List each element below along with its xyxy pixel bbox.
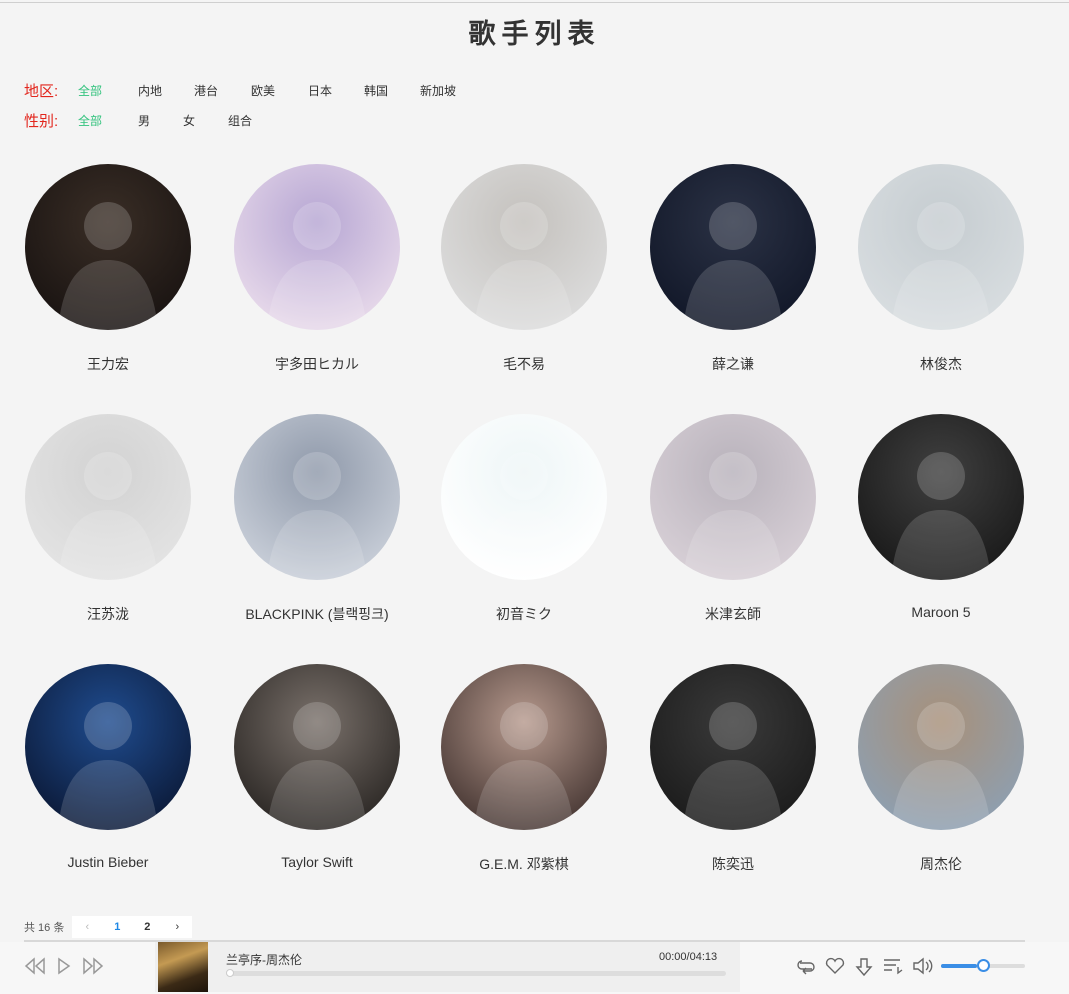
region-filter-label: 地区: — [24, 82, 59, 100]
avatar-silhouette — [683, 702, 783, 830]
singer-card[interactable]: 周杰伦 — [836, 664, 1046, 874]
singer-name[interactable]: BLACKPINK (블랙핑크) — [212, 604, 422, 624]
singer-card[interactable]: 初音ミク — [419, 414, 629, 624]
singer-avatar[interactable] — [858, 414, 1024, 580]
singer-name[interactable]: Taylor Swift — [212, 854, 422, 870]
singer-card[interactable]: 汪苏泷 — [3, 414, 213, 624]
pagination-prev-button[interactable]: ‹ — [72, 916, 103, 938]
avatar-silhouette — [267, 202, 367, 330]
region-option-all[interactable]: 全部 — [78, 82, 138, 99]
singer-name[interactable]: 初音ミク — [419, 604, 629, 624]
favorite-heart-icon[interactable] — [824, 957, 846, 980]
region-option-singapore[interactable]: 新加坡 — [420, 82, 480, 99]
singer-name[interactable]: G.E.M. 邓紫棋 — [419, 854, 629, 874]
pagination-page-2[interactable]: 2 — [132, 916, 163, 938]
singer-avatar[interactable] — [441, 164, 607, 330]
avatar-silhouette — [683, 202, 783, 330]
singer-card[interactable]: Maroon 5 — [836, 414, 1046, 620]
region-filter: 地区: 全部 内地 港台 欧美 日本 韩国 新加坡 — [24, 80, 480, 100]
loop-icon[interactable] — [795, 957, 817, 980]
top-divider — [0, 2, 1069, 3]
region-option-western[interactable]: 欧美 — [251, 82, 308, 99]
singer-name[interactable]: 汪苏泷 — [3, 604, 213, 624]
singer-card[interactable]: Taylor Swift — [212, 664, 422, 870]
singer-name[interactable]: 米津玄師 — [628, 604, 838, 624]
avatar-silhouette — [683, 452, 783, 580]
avatar-silhouette — [891, 702, 991, 830]
avatar-silhouette — [474, 702, 574, 830]
singer-card[interactable]: 毛不易 — [419, 164, 629, 374]
play-icon[interactable] — [56, 957, 72, 980]
page-title: 歌手列表 — [468, 19, 601, 49]
song-time: 00:00/04:13 — [659, 951, 718, 963]
avatar-silhouette — [58, 702, 158, 830]
singer-card[interactable]: 王力宏 — [3, 164, 213, 374]
pagination-next-button[interactable]: › — [162, 916, 193, 938]
singer-avatar[interactable] — [858, 164, 1024, 330]
avatar-silhouette — [474, 202, 574, 330]
singer-name[interactable]: 王力宏 — [3, 354, 213, 374]
song-title: 兰亭序-周杰伦 — [226, 953, 302, 967]
avatar-silhouette — [58, 452, 158, 580]
avatar-silhouette — [58, 202, 158, 330]
singer-card[interactable]: 宇多田ヒカル — [212, 164, 422, 374]
gender-option-female[interactable]: 女 — [183, 112, 228, 129]
album-cover[interactable] — [158, 942, 208, 992]
singer-avatar[interactable] — [441, 664, 607, 830]
gender-option-male[interactable]: 男 — [138, 112, 183, 129]
gender-filter: 性别: 全部 男 女 组合 — [24, 110, 278, 130]
singer-card[interactable]: 林俊杰 — [836, 164, 1046, 374]
singer-name[interactable]: Justin Bieber — [3, 854, 213, 870]
gender-option-group[interactable]: 组合 — [228, 112, 278, 129]
gender-option-all[interactable]: 全部 — [78, 112, 138, 129]
avatar-silhouette — [267, 702, 367, 830]
next-track-icon[interactable] — [82, 957, 104, 980]
region-option-hk-tw[interactable]: 港台 — [194, 82, 251, 99]
singer-avatar[interactable] — [441, 414, 607, 580]
avatar-silhouette — [891, 202, 991, 330]
singer-avatar[interactable] — [650, 664, 816, 830]
singer-avatar[interactable] — [858, 664, 1024, 830]
singer-avatar[interactable] — [234, 414, 400, 580]
pagination-page-1[interactable]: 1 — [102, 916, 133, 938]
music-player: 兰亭序-周杰伦 00:00/04:13 — [0, 942, 1069, 994]
region-option-japan[interactable]: 日本 — [308, 82, 364, 99]
volume-knob[interactable] — [977, 959, 990, 972]
singer-avatar[interactable] — [25, 414, 191, 580]
volume-icon[interactable] — [912, 957, 934, 980]
singer-avatar[interactable] — [650, 414, 816, 580]
singer-card[interactable]: 米津玄師 — [628, 414, 838, 624]
singer-name[interactable]: 林俊杰 — [836, 354, 1046, 374]
progress-track[interactable] — [226, 971, 726, 976]
previous-track-icon[interactable] — [24, 957, 46, 980]
region-option-mainland[interactable]: 内地 — [138, 82, 194, 99]
avatar-silhouette — [891, 452, 991, 580]
singer-name[interactable]: 宇多田ヒカル — [212, 354, 422, 374]
playlist-icon[interactable] — [882, 957, 904, 980]
singer-card[interactable]: G.E.M. 邓紫棋 — [419, 664, 629, 874]
singer-name[interactable]: 陈奕迅 — [628, 854, 838, 874]
avatar-silhouette — [474, 452, 574, 580]
region-option-korea[interactable]: 韩国 — [364, 82, 420, 99]
singer-avatar[interactable] — [650, 164, 816, 330]
pagination-total: 共 16 条 — [24, 922, 65, 934]
singer-card[interactable]: BLACKPINK (블랙핑크) — [212, 414, 422, 624]
avatar-silhouette — [267, 452, 367, 580]
volume-fill — [941, 964, 977, 968]
singer-name[interactable]: 周杰伦 — [836, 854, 1046, 874]
singer-card[interactable]: 薛之谦 — [628, 164, 838, 374]
singer-avatar[interactable] — [25, 664, 191, 830]
singer-card[interactable]: 陈奕迅 — [628, 664, 838, 874]
gender-filter-label: 性别: — [24, 112, 59, 130]
singer-avatar[interactable] — [234, 664, 400, 830]
pagination: 共 16 条 ‹ 1 2 › — [24, 916, 193, 938]
singer-name[interactable]: 薛之谦 — [628, 354, 838, 374]
singer-avatar[interactable] — [25, 164, 191, 330]
singer-name[interactable]: 毛不易 — [419, 354, 629, 374]
singer-name[interactable]: Maroon 5 — [836, 604, 1046, 620]
singer-card[interactable]: Justin Bieber — [3, 664, 213, 870]
download-icon[interactable] — [854, 957, 874, 982]
singer-avatar[interactable] — [234, 164, 400, 330]
progress-knob[interactable] — [226, 969, 234, 977]
